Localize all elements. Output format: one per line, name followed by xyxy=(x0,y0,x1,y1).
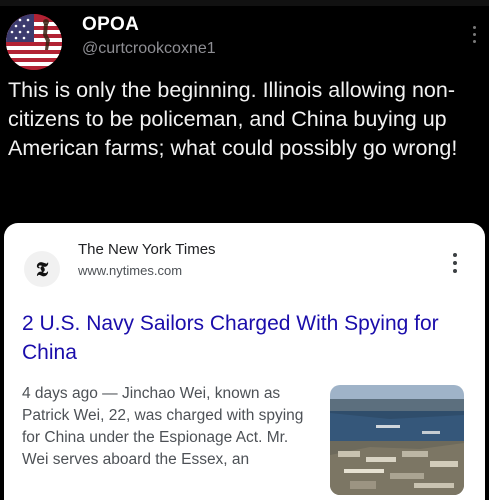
harbor-aerial-photo[interactable] xyxy=(330,385,464,495)
more-vertical-icon[interactable] xyxy=(469,26,479,48)
source-name[interactable]: The New York Times xyxy=(78,241,216,258)
display-name[interactable]: OPOA xyxy=(82,14,139,36)
tweet-screenshot: OPOA @curtcrookcoxne1 This is only the b… xyxy=(0,0,489,500)
link-preview-card[interactable]: 𝕿 The New York Times www.nytimes.com 2 U… xyxy=(4,223,485,500)
source-url[interactable]: www.nytimes.com xyxy=(78,263,182,278)
user-handle[interactable]: @curtcrookcoxne1 xyxy=(82,40,216,58)
article-snippet: 4 days ago — Jinchao Wei, known as Patri… xyxy=(22,385,304,468)
nyt-logo-icon: 𝕿 xyxy=(24,251,60,287)
tweet-text: This is only the beginning. Illinois all… xyxy=(8,78,458,160)
top-strip xyxy=(0,0,489,6)
card-more-vertical-icon[interactable] xyxy=(451,253,459,275)
american-flag-avatar-icon[interactable] xyxy=(6,14,62,70)
article-headline-link[interactable]: 2 U.S. Navy Sailors Charged With Spying … xyxy=(22,309,462,367)
